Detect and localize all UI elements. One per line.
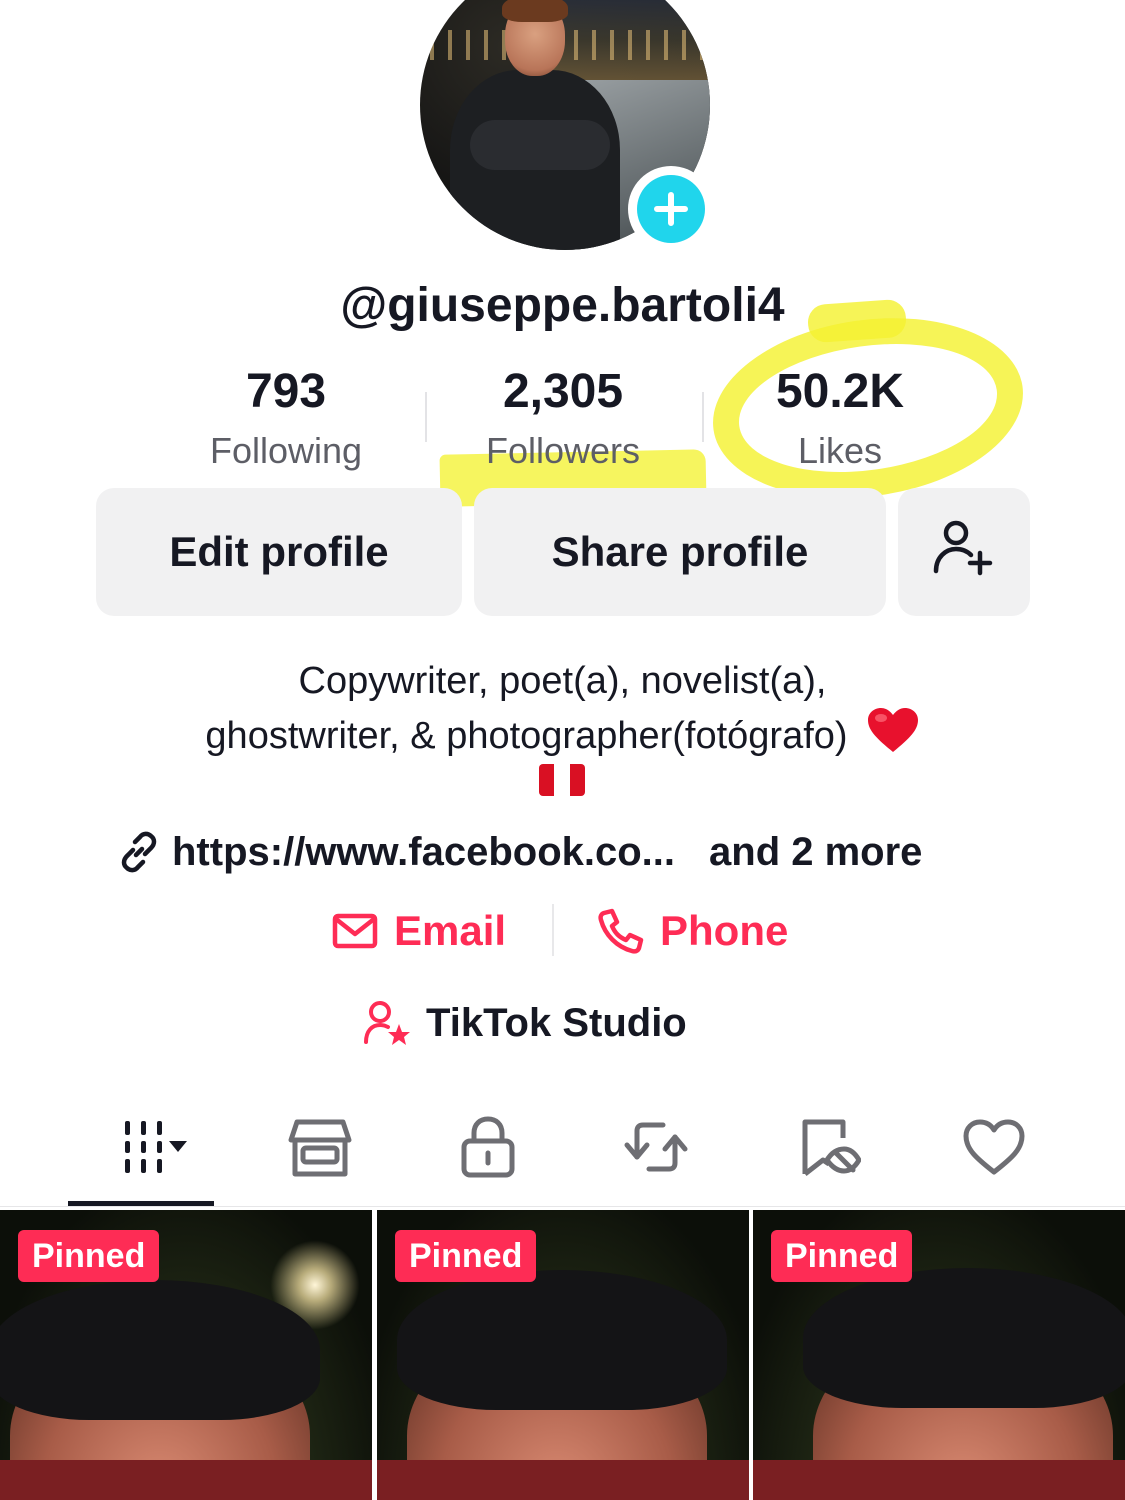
video-cap xyxy=(397,1270,727,1410)
red-heart-emoji-icon xyxy=(866,706,920,767)
hidden-bookmark-icon xyxy=(799,1116,861,1178)
add-friends-button[interactable] xyxy=(898,488,1030,616)
tiktok-studio-label: TikTok Studio xyxy=(426,1000,687,1045)
tab-favorites[interactable] xyxy=(780,1112,880,1182)
email-label: Email xyxy=(394,907,507,954)
email-button[interactable]: Email xyxy=(332,906,506,956)
tabs-divider xyxy=(0,1206,1125,1207)
videos-grid-icon xyxy=(93,1119,189,1175)
video-cap xyxy=(803,1268,1125,1408)
mail-icon xyxy=(332,913,378,949)
peru-flag-emoji-icon xyxy=(539,764,585,796)
link-url[interactable]: https://www.facebook.co... xyxy=(172,830,675,875)
phone-label: Phone xyxy=(660,907,789,954)
avatar-person-arms xyxy=(470,120,610,170)
tab-videos[interactable] xyxy=(68,1112,214,1182)
add-user-icon xyxy=(932,515,996,589)
video-shirt xyxy=(377,1460,749,1500)
contact-divider xyxy=(552,904,554,956)
pinned-badge: Pinned xyxy=(18,1230,160,1282)
video-thumbnail-2[interactable]: Pinned xyxy=(377,1210,749,1500)
video-thumbnail-3[interactable]: Pinned xyxy=(753,1210,1125,1500)
edit-profile-button[interactable]: Edit profile xyxy=(96,488,462,616)
pinned-badge: Pinned xyxy=(395,1230,537,1282)
lock-icon xyxy=(460,1115,516,1179)
followers-count: 2,305 xyxy=(502,365,624,418)
video-shirt xyxy=(0,1460,372,1500)
more-links[interactable]: and 2 more xyxy=(709,830,922,875)
phone-button[interactable]: Phone xyxy=(598,906,788,956)
video-thumbnail-1[interactable]: Pinned xyxy=(0,1210,372,1500)
bio-line-2: ghostwriter, & photographer(fotógrafo) xyxy=(205,715,848,757)
share-profile-button[interactable]: Share profile xyxy=(474,488,886,616)
likes-label: Likes xyxy=(797,430,883,471)
bio-line-1: Copywriter, poet(a), novelist(a), xyxy=(298,660,827,702)
stat-following[interactable]: 793 Following xyxy=(146,362,426,480)
tab-reposts[interactable] xyxy=(606,1112,706,1182)
link-icon xyxy=(118,831,160,873)
tiktok-studio-button[interactable]: TikTok Studio xyxy=(364,998,687,1048)
stat-likes[interactable]: 50.2K Likes xyxy=(700,362,980,480)
tab-shop[interactable] xyxy=(270,1112,370,1182)
avatar-person xyxy=(450,0,620,250)
creator-star-icon xyxy=(364,1000,412,1046)
tab-private[interactable] xyxy=(438,1112,538,1182)
shop-icon xyxy=(287,1116,353,1178)
profile-bio: Copywriter, poet(a), novelist(a), ghostw… xyxy=(60,656,1065,767)
video-cap xyxy=(0,1280,320,1420)
username: @giuseppe.bartoli4 xyxy=(340,279,785,332)
bio-line-2-wrap: ghostwriter, & photographer(fotógrafo) xyxy=(60,706,1065,767)
phone-icon xyxy=(598,908,644,954)
following-count: 793 xyxy=(245,365,327,418)
video-shirt xyxy=(753,1460,1125,1500)
tab-liked[interactable] xyxy=(944,1112,1044,1182)
heart-icon xyxy=(962,1118,1026,1176)
avatar-person-hair xyxy=(502,0,568,22)
plus-icon xyxy=(637,175,705,243)
stat-followers[interactable]: 2,305 Followers xyxy=(423,362,703,480)
repost-icon xyxy=(623,1117,689,1177)
profile-links[interactable]: https://www.facebook.co... and 2 more xyxy=(118,824,922,880)
add-avatar-button[interactable] xyxy=(628,166,714,252)
following-label: Following xyxy=(209,430,363,471)
pinned-badge: Pinned xyxy=(771,1230,913,1282)
likes-count: 50.2K xyxy=(775,365,905,418)
followers-label: Followers xyxy=(485,430,641,471)
